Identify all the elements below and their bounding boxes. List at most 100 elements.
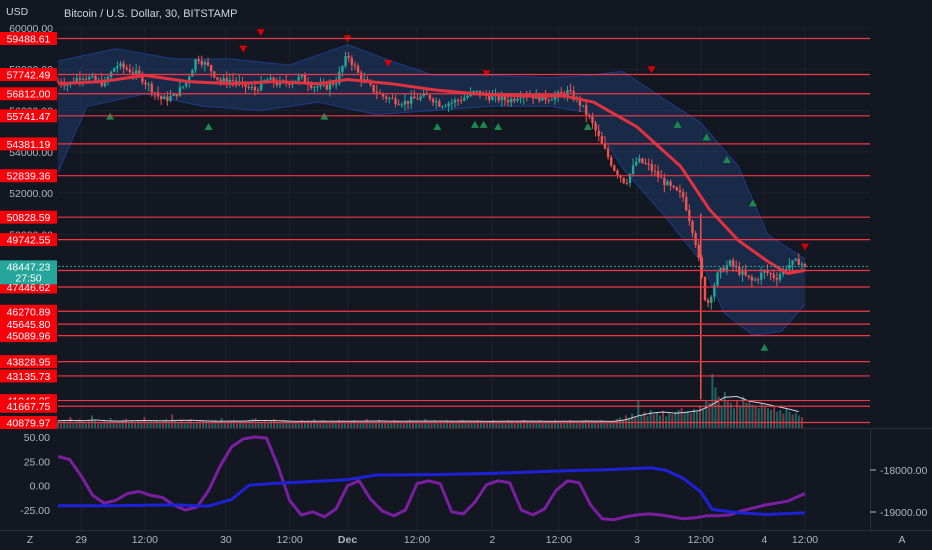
candle-body — [441, 106, 444, 108]
candle-body — [706, 299, 710, 303]
candle-body — [419, 96, 422, 100]
candle-body — [150, 83, 153, 93]
volume-bar — [257, 420, 260, 428]
volume-bar — [652, 414, 655, 428]
candle-body — [581, 105, 585, 107]
volume-bar — [158, 422, 161, 428]
volume-bar — [501, 420, 504, 428]
candle-body — [488, 95, 491, 101]
candle-body — [209, 65, 213, 72]
candle-body — [688, 210, 691, 222]
candle-body — [356, 66, 360, 73]
price-level-tag-text: 43135.73 — [7, 371, 51, 383]
candle-body — [797, 258, 800, 265]
candle-body — [466, 95, 469, 98]
volume-bar — [449, 420, 452, 428]
volume-bar — [581, 420, 584, 428]
volume-bar — [624, 415, 627, 428]
oscillator-axis-tick: -25.00 — [20, 505, 50, 517]
price-level-tag: 57742.49 — [0, 68, 57, 82]
candle-body — [644, 163, 647, 165]
volume-bar — [575, 422, 578, 428]
candle-body — [350, 57, 353, 66]
candle-body — [716, 272, 719, 286]
candle-body — [450, 102, 454, 104]
volume-bar — [680, 408, 683, 428]
candle-body — [303, 74, 307, 83]
candle-body — [610, 157, 613, 166]
candle-body — [216, 77, 219, 80]
oscillator-axis-tick: 50.00 — [24, 432, 50, 444]
candle-body — [131, 72, 135, 74]
volume-bar — [773, 406, 776, 428]
volume-bar — [695, 411, 698, 428]
candle-body — [681, 192, 685, 198]
candle-body — [134, 70, 138, 74]
candle-body — [710, 296, 713, 303]
volume-bar — [498, 422, 501, 428]
volume-bar — [396, 420, 399, 428]
candle-body — [741, 271, 744, 275]
candle-body — [200, 61, 203, 65]
candle-body — [663, 177, 666, 186]
candle-body — [194, 59, 197, 71]
price-level-tag-text: 46270.89 — [7, 306, 51, 318]
candle-body — [475, 90, 479, 92]
candle-body — [269, 77, 272, 80]
volume-bar — [100, 422, 103, 428]
candle-body — [456, 99, 460, 101]
zoom-reset-button[interactable]: Z — [22, 531, 38, 547]
price-level-tag-text: 55741.47 — [7, 111, 51, 123]
volume-bar — [748, 401, 751, 428]
volume-bar — [177, 422, 180, 428]
candle-body — [144, 82, 147, 85]
candle-body — [685, 197, 688, 211]
volume-bar — [137, 419, 140, 428]
auto-scale-button[interactable]: A — [894, 531, 910, 547]
candle-body — [747, 275, 750, 277]
volume-bar — [631, 413, 634, 428]
candle-body — [125, 67, 128, 70]
candle-body — [344, 56, 347, 66]
candle-body — [206, 62, 210, 66]
time-axis-tick: Dec — [338, 534, 357, 546]
volume-bar — [112, 420, 115, 428]
volume-bar — [655, 412, 658, 428]
volume-bar — [658, 415, 661, 428]
candle-body — [384, 96, 388, 99]
candle-body — [647, 163, 650, 165]
candle-body — [231, 79, 235, 81]
candle-body — [113, 68, 116, 72]
candle-body — [669, 181, 672, 186]
volume-bar — [146, 422, 149, 428]
volume-bar — [671, 414, 674, 428]
candle-body — [159, 95, 163, 100]
candle-body — [416, 98, 419, 100]
volume-bar — [285, 420, 288, 428]
candle-body — [438, 101, 441, 107]
candle-body — [163, 96, 166, 100]
price-level-tag: 46270.89 — [0, 304, 57, 318]
candle-body — [778, 274, 782, 280]
time-axis-tick: 4 — [762, 534, 768, 546]
volume-bar — [736, 401, 739, 428]
volume-bar — [263, 419, 266, 428]
volume-bar — [763, 405, 766, 428]
candle-body — [772, 274, 775, 278]
volume-bar — [754, 406, 757, 428]
candle-body — [744, 271, 747, 276]
price-level-tag: 52839.36 — [0, 169, 57, 183]
volume-bar — [161, 420, 164, 428]
volume-bar — [236, 422, 239, 428]
price-level-tag-text: 52839.36 — [7, 171, 51, 183]
volume-bar — [668, 413, 671, 428]
candle-body — [372, 84, 375, 92]
candle-body — [166, 96, 169, 101]
volume-bar — [279, 422, 282, 428]
candle-body — [653, 170, 657, 172]
volume-bar — [344, 422, 347, 428]
volume-bar — [149, 420, 152, 428]
candle-body — [550, 99, 554, 101]
volume-bar — [319, 420, 322, 428]
candle-body — [616, 170, 619, 176]
